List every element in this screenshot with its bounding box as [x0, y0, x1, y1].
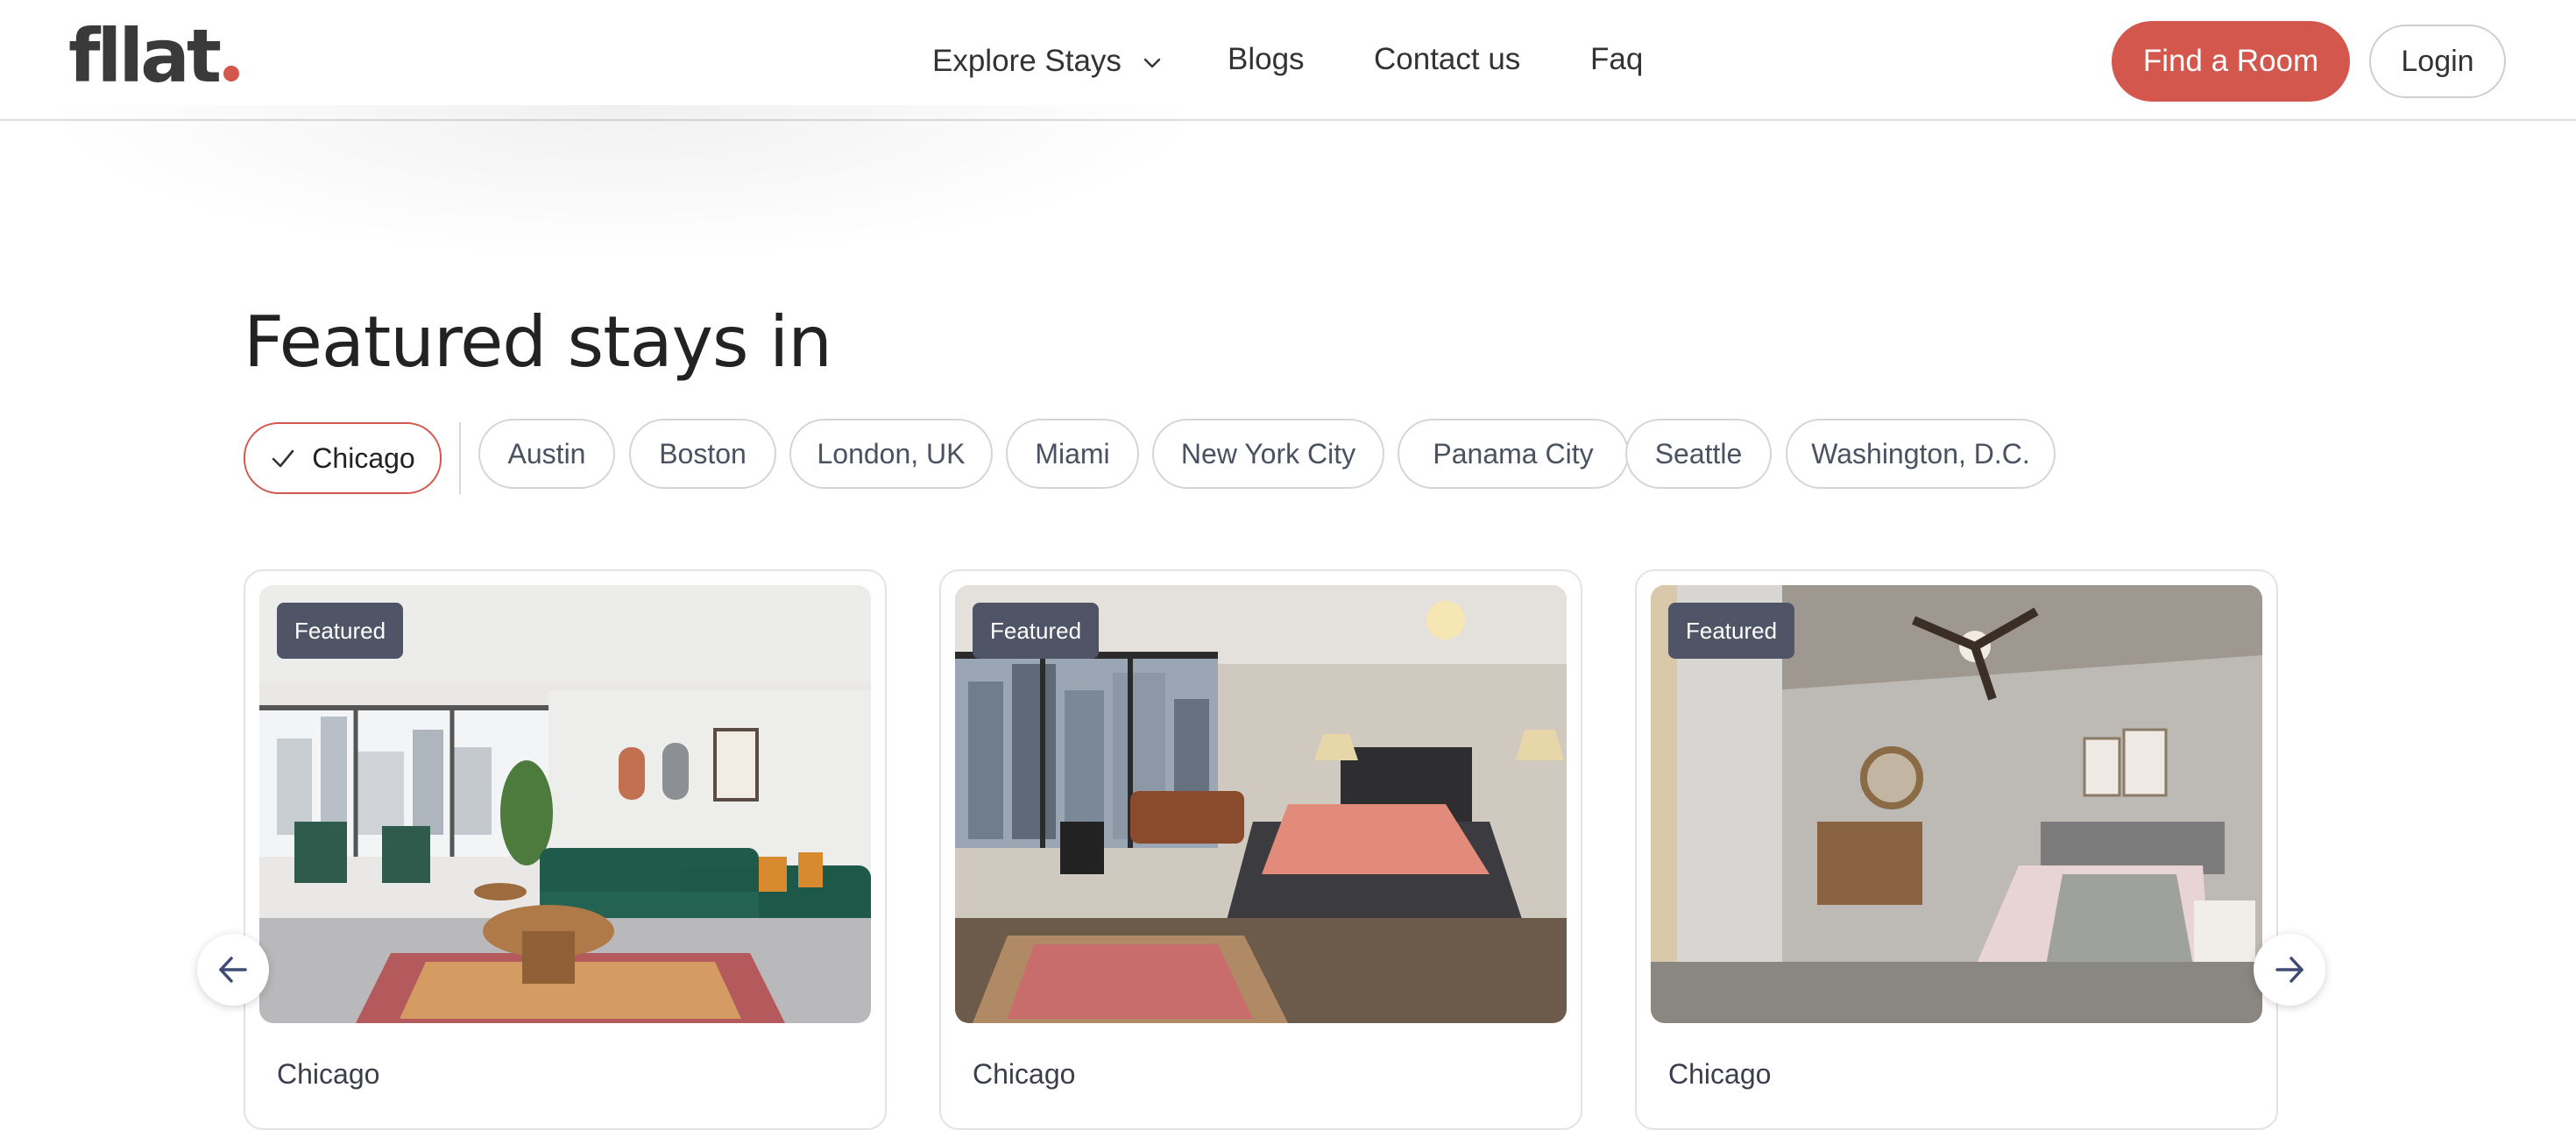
logo-text: fllat — [68, 13, 222, 99]
find-room-button[interactable]: Find a Room — [2112, 21, 2350, 102]
chip-divider — [459, 422, 461, 494]
city-chip-label: Chicago — [312, 441, 415, 474]
featured-badge: Featured — [1668, 603, 1795, 659]
chevron-down-icon — [1143, 58, 1160, 67]
featured-badge: Featured — [277, 603, 404, 659]
listing-card[interactable]: Featured Chicago — [244, 569, 887, 1130]
bedroom-photo[interactable]: Featured — [1651, 585, 2262, 1023]
city-chip[interactable]: Washington, D.C. — [1786, 419, 2056, 489]
nav-blogs[interactable]: Blogs — [1228, 42, 1305, 77]
arrow-left-icon — [219, 957, 247, 983]
living-room-photo[interactable]: Featured — [259, 585, 871, 1023]
city-chip[interactable]: London, UK — [789, 419, 993, 489]
nav-faq[interactable]: Faq — [1590, 42, 1643, 77]
logo-dot — [223, 66, 239, 81]
header-shadow — [35, 105, 1209, 263]
card-city: Chicago — [1668, 1058, 1772, 1090]
city-chip-selected[interactable]: Chicago — [244, 422, 442, 494]
login-button[interactable]: Login — [2369, 25, 2506, 98]
city-chip[interactable]: Panama City — [1398, 419, 1629, 489]
city-chip[interactable]: Boston — [629, 419, 776, 489]
city-chip[interactable]: Austin — [478, 419, 615, 489]
nav-contact[interactable]: Contact us — [1374, 42, 1520, 77]
city-chip[interactable]: Seattle — [1625, 419, 1772, 489]
carousel-prev-button[interactable] — [197, 934, 269, 1006]
city-chip[interactable]: Miami — [1006, 419, 1139, 489]
bedroom-photo[interactable]: Featured — [955, 585, 1567, 1023]
nav-explore-stays[interactable]: Explore Stays — [932, 44, 1162, 79]
arrow-right-icon — [2275, 957, 2304, 983]
carousel-next-button[interactable] — [2254, 934, 2325, 1006]
listing-card[interactable]: Featured Chicago — [939, 569, 1582, 1130]
check-icon — [272, 449, 294, 468]
site-header: fllat Explore Stays Blogs Contact us Faq… — [0, 0, 2576, 121]
nav-explore-label: Explore Stays — [932, 44, 1122, 78]
featured-badge: Featured — [973, 603, 1100, 659]
card-city: Chicago — [277, 1058, 380, 1090]
card-city: Chicago — [973, 1058, 1076, 1090]
logo[interactable]: fllat — [68, 19, 239, 93]
city-chip[interactable]: New York City — [1152, 419, 1384, 489]
section-title: Featured stays in — [244, 301, 832, 383]
listing-card[interactable]: Featured Chicago — [1635, 569, 2278, 1130]
